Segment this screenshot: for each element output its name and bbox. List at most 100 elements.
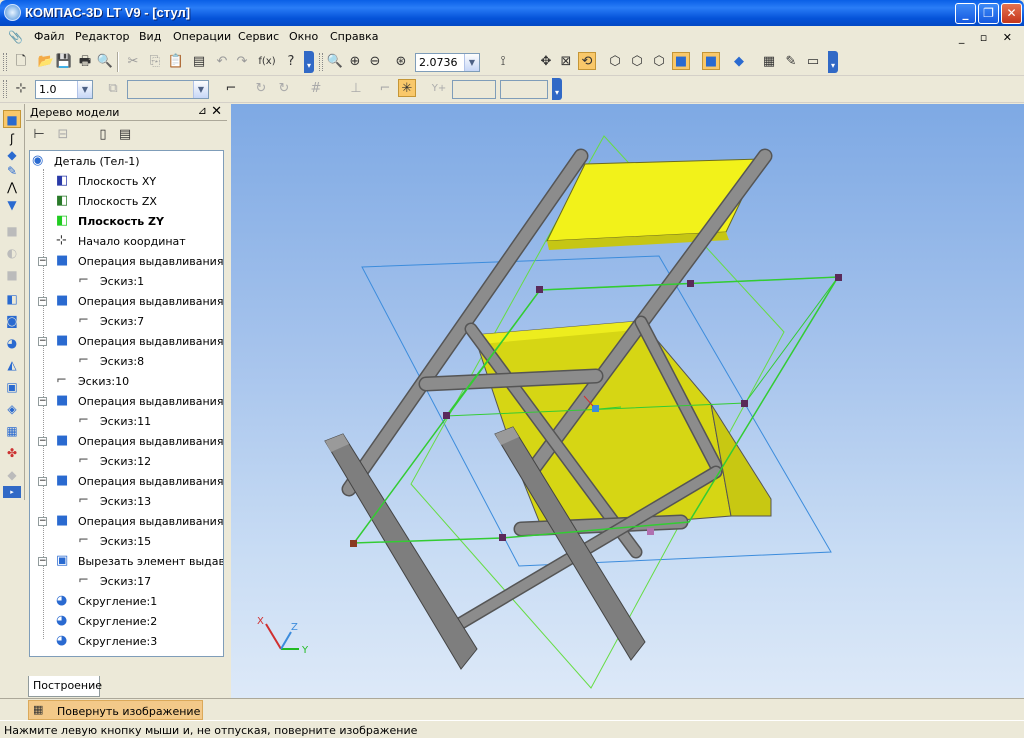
tree-item[interactable]: − ■ Операция выдавливания:1 [30, 391, 223, 411]
mirror-tool-icon[interactable]: ✤ [3, 444, 21, 462]
kinematic-tool-icon[interactable]: ■ [3, 266, 21, 284]
toolbar-overflow-icon[interactable]: ▾ [304, 51, 314, 73]
zoom-combo[interactable]: 2.0736 ▼ [415, 53, 480, 72]
ortho-icon[interactable]: ⌐ [376, 80, 394, 98]
undo-icon[interactable]: ↶ [213, 53, 231, 71]
tree-item[interactable]: ◕ Скругление:3 [30, 631, 223, 651]
layer-combo[interactable]: ▼ [127, 80, 209, 99]
tree-item[interactable]: ⌐ Эскиз:15 [30, 531, 223, 551]
rotate-tool-icon[interactable]: ◐ [3, 244, 21, 262]
hidden-lines-icon[interactable]: ⬡ [628, 53, 646, 71]
toolbar-grip[interactable] [3, 80, 7, 98]
panel-close-icon[interactable]: ✕ [211, 104, 222, 119]
variables-icon[interactable]: f(x) [258, 53, 276, 71]
cursor-step-combo[interactable]: 1.0 ▼ [35, 80, 93, 99]
tree-item[interactable]: − ■ Операция выдавливания:7 [30, 291, 223, 311]
tree-item[interactable]: ◧ Плоскость ZX [30, 191, 223, 211]
menu-window[interactable]: Окно [289, 30, 318, 43]
menu-help[interactable]: Справка [330, 30, 378, 43]
plane-handle[interactable] [443, 412, 450, 419]
collapse-icon[interactable]: − [38, 517, 47, 526]
tree-item[interactable]: − ■ Операция выдавливания:1 [30, 251, 223, 271]
tree-item[interactable]: ⊹ Начало координат [30, 231, 223, 251]
array-tool-icon[interactable]: ▦ [3, 422, 21, 440]
coord-y-field[interactable] [500, 80, 548, 99]
operation-mode-icon[interactable]: ↻ [252, 80, 270, 98]
plane-handle[interactable] [687, 280, 694, 287]
collapse-icon[interactable]: − [38, 557, 47, 566]
tree-item[interactable]: ⌐ Эскиз:1 [30, 271, 223, 291]
hidden-thin-icon[interactable]: ⬡ [650, 53, 668, 71]
tree-item[interactable]: ⌐ Эскиз:10 [30, 371, 223, 391]
plane-handle[interactable] [835, 274, 842, 281]
model-viewport[interactable]: X Y Z [231, 104, 1024, 698]
toolbar-overflow-icon[interactable]: ▾ [828, 51, 838, 73]
perspective-icon[interactable]: ■ [702, 52, 720, 70]
tree-structure-icon[interactable]: ⊢ [30, 126, 48, 144]
menu-file[interactable]: Файл [34, 30, 64, 43]
shell-tool-icon[interactable]: ▣ [3, 378, 21, 396]
close-button[interactable]: ✕ [1001, 3, 1022, 24]
tree-item[interactable]: ⌐ Эскиз:13 [30, 491, 223, 511]
chevron-down-icon[interactable]: ▼ [193, 81, 208, 98]
rotate-icon[interactable]: ⟲ [578, 52, 596, 70]
local-cs-icon[interactable]: ⊥ [347, 80, 365, 98]
sketch-mode-icon[interactable]: ⌐ [222, 80, 240, 98]
plane-handle[interactable] [536, 286, 543, 293]
tree-item[interactable]: − ■ Операция выдавливания:1 [30, 471, 223, 491]
collapse-icon[interactable]: − [38, 337, 47, 346]
print-icon[interactable]: 🖶 [76, 53, 94, 71]
pan-icon[interactable]: ✥ [537, 53, 555, 71]
zoom-out-icon[interactable]: ⊖ [366, 53, 384, 71]
toolbar-overflow-icon[interactable]: ▾ [552, 78, 562, 100]
display-icon[interactable]: ▭ [804, 53, 822, 71]
collapse-icon[interactable]: − [38, 437, 47, 446]
split-tool-icon[interactable]: ◆ [3, 466, 21, 484]
zoom-scale-icon[interactable]: ⊛ [392, 53, 410, 71]
save-icon[interactable]: 💾 [55, 53, 73, 71]
tree-item[interactable]: − ■ Операция выдавливания:8 [30, 331, 223, 351]
shaded-icon[interactable]: ■ [672, 52, 690, 70]
tree-item[interactable]: ⌐ Эскиз:11 [30, 411, 223, 431]
coords-icon[interactable]: Y+ [430, 80, 448, 98]
current-command[interactable]: ▦ Повернуть изображение [28, 700, 203, 720]
step-icon[interactable]: ⊹ [12, 80, 30, 98]
layer-icon[interactable]: ⧉ [104, 80, 122, 98]
operation-cancel-icon[interactable]: ↻ [275, 80, 293, 98]
tree-item[interactable]: ⌐ Эскиз:7 [30, 311, 223, 331]
doc-menu-icon[interactable]: 📎 [8, 30, 23, 44]
snap-icon[interactable]: ✳ [398, 79, 416, 97]
maximize-button[interactable]: ❐ [978, 3, 999, 24]
open-file-icon[interactable]: 📂 [37, 53, 55, 71]
tree-item[interactable]: ⌐ Эскиз:17 [30, 571, 223, 591]
collapse-icon[interactable]: − [38, 297, 47, 306]
tree-item[interactable]: ◧ Плоскость XY [30, 171, 223, 191]
tree-sort-icon[interactable]: ⊟ [54, 126, 72, 144]
help-cursor-icon[interactable]: ? [282, 53, 300, 71]
plane-handle[interactable] [741, 400, 748, 407]
plane-handle[interactable] [350, 540, 357, 547]
new-file-icon[interactable]: 🗋 [12, 53, 30, 71]
more-tools-icon[interactable]: ▸ [3, 486, 21, 498]
toolbar-grip[interactable] [3, 53, 7, 71]
menu-operations[interactable]: Операции [173, 30, 231, 43]
dimensions-icon[interactable]: ⋀ [3, 178, 21, 196]
pin-icon[interactable]: ⊿ [198, 104, 207, 117]
collapse-icon[interactable]: − [38, 397, 47, 406]
tree-settings-icon[interactable]: ▤ [116, 126, 134, 144]
tree-item[interactable]: − ■ Операция выдавливания:1 [30, 431, 223, 451]
redo-icon[interactable]: ↷ [233, 53, 251, 71]
collapse-icon[interactable]: − [38, 477, 47, 486]
minimize-button[interactable]: _ [955, 3, 976, 24]
properties-icon[interactable]: ▤ [190, 53, 208, 71]
menu-view[interactable]: Вид [139, 30, 161, 43]
orientation-icon[interactable]: ⟟ [494, 53, 512, 71]
rib-tool-icon[interactable]: ◈ [3, 400, 21, 418]
extrude-tool-icon[interactable]: ■ [3, 222, 21, 240]
cut-tool-icon[interactable]: ◧ [3, 290, 21, 308]
tree-item[interactable]: ◕ Скругление:2 [30, 611, 223, 631]
copy-icon[interactable]: ⎘ [146, 53, 164, 71]
tree-item[interactable]: ◉ Деталь (Тел-1) [30, 151, 223, 171]
plane-handle[interactable] [499, 534, 506, 541]
zoom-in-icon[interactable]: ⊕ [346, 53, 364, 71]
